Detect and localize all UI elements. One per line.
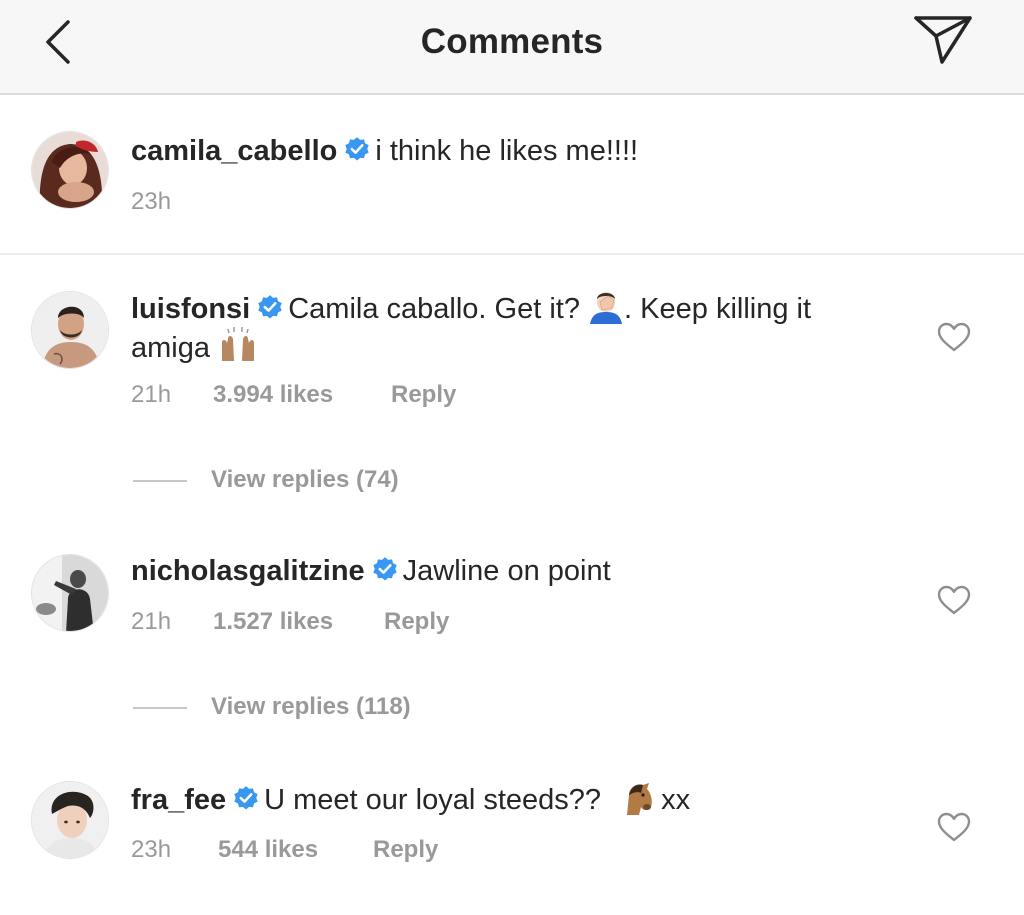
caption-body: i think he likes me!!!! [375,135,639,167]
avatar[interactable] [31,131,109,209]
comment-likes[interactable]: 544 likes [218,836,318,864]
page-title: Comments [420,22,604,61]
share-button[interactable] [910,12,976,70]
divider-line [133,707,187,709]
avatar[interactable] [31,291,109,369]
reply-button[interactable]: Reply [384,608,449,636]
view-replies-label: View replies (74) [211,466,399,493]
comment-likes[interactable]: 3.994 likes [213,381,333,409]
caption-username[interactable]: camila_cabello [131,135,337,167]
avatar[interactable] [31,781,109,859]
comment-text: fra_fee U meet our loyal steeds?? xx [131,781,690,818]
verified-badge-icon [234,786,258,810]
comment-time: 21h [131,381,172,408]
comment-time: 23h [131,836,172,863]
comment-body: Jawline on point [402,555,611,587]
comment-body: U meet our loyal steeds?? [264,784,602,816]
comment-username[interactable]: fra_fee [131,784,226,816]
verified-badge-icon [345,137,370,161]
horse-face-emoji [627,783,652,815]
header-bar: Comments [0,0,1024,95]
comment-time: 21h [131,608,172,635]
avatar[interactable] [31,554,109,632]
heart-icon[interactable] [937,812,971,842]
raising-hands-emoji [222,327,255,361]
comment-body-after: xx [661,784,691,816]
reply-button[interactable]: Reply [373,836,438,864]
caption-section: camila_cabello i think he likes me!!!! 23… [0,95,1024,255]
comment-username[interactable]: luisfonsi [131,293,250,325]
comment-username[interactable]: nicholasgalitzine [131,555,365,587]
paper-plane-icon [914,16,972,64]
comment-body-part1: Camila caballo. Get it? [288,293,580,325]
view-replies-label: View replies (118) [211,693,411,720]
divider-line [133,480,187,482]
comment-body-part2: . Keep killing it [624,293,812,325]
verified-badge-icon [373,557,397,581]
caption-text: camila_cabello i think he likes me!!!! [131,133,638,169]
comment-body-line2: amiga [131,332,210,364]
heart-icon[interactable] [937,322,971,352]
view-replies-button[interactable]: View replies (74) [133,466,453,496]
heart-icon[interactable] [937,585,971,615]
verified-badge-icon [258,295,282,319]
comment-likes[interactable]: 1.527 likes [213,608,333,636]
view-replies-button[interactable]: View replies (118) [133,693,463,723]
face-palm-emoji [590,292,623,324]
comment-text: luisfonsi Camila caballo. Get it? . Keep … [131,290,811,366]
comment-text: nicholasgalitzine Jawline on point [131,553,611,589]
reply-button[interactable]: Reply [391,381,456,409]
caption-time: 23h [131,188,172,215]
